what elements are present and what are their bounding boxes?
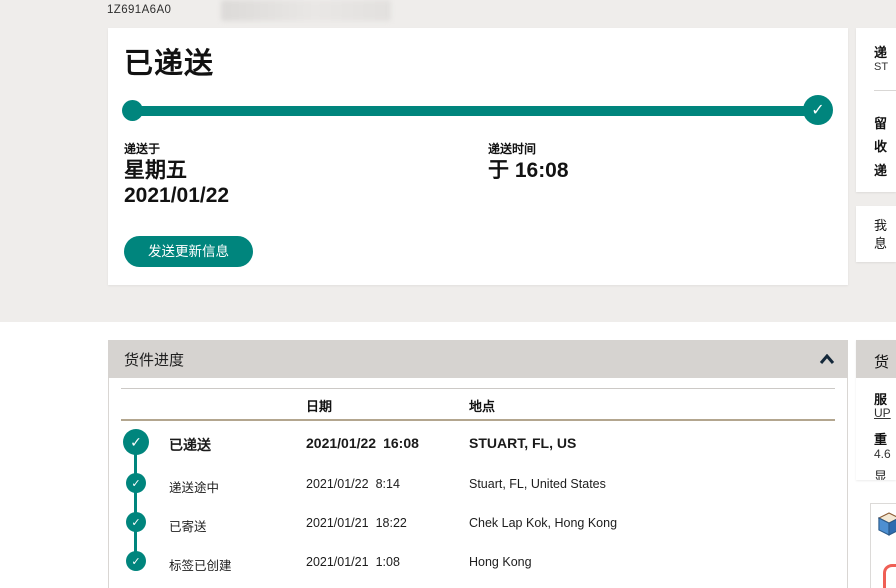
right-panel-delivery-info: 递 ST 留 收 递 (856, 28, 896, 192)
right-panel-a-line5: 递 (874, 160, 887, 179)
progress-bar (124, 106, 832, 116)
event-status: 已递送 (169, 435, 211, 455)
delivery-time-value: 于 16:08 (488, 158, 569, 183)
event-location: Chek Lap Kok, Hong Kong (469, 516, 617, 530)
progress-start-dot (122, 100, 143, 121)
event-datetime: 2021/01/22 16:08 (306, 435, 419, 451)
table-top-rule (121, 388, 835, 389)
check-glyph: ✓ (131, 555, 140, 568)
event-status: 递送途中 (169, 477, 219, 496)
delivery-status-title: 已递送 (124, 40, 214, 82)
right-panel-b-line2: 息 (874, 233, 887, 252)
timeline-connector (134, 442, 137, 562)
right-panel-a-line2: ST (874, 61, 888, 73)
event-status: 标签已创建 (169, 555, 232, 574)
event-check-icon: ✓ (126, 512, 146, 532)
event-location: Stuart, FL, United States (469, 477, 606, 491)
right-panel-c-weight-value: 4.6 (874, 447, 891, 461)
delivered-date: 2021/01/22 (124, 183, 229, 208)
event-location: STUART, FL, US (469, 435, 576, 451)
right-panel-a-line4: 收 (874, 136, 887, 155)
event-datetime: 2021/01/22 8:14 (306, 477, 400, 491)
column-header-location: 地点 (469, 396, 495, 415)
event-datetime: 2021/01/21 1:08 (306, 555, 400, 569)
table-header-rule (121, 419, 835, 421)
event-date: 2021/01/21 (306, 555, 369, 569)
right-panel-c-show-more-link[interactable]: 显 (874, 466, 887, 480)
right-panel-a-line3: 留 (874, 113, 887, 132)
assistant-widget (870, 503, 896, 588)
right-panel-notify: 我 息 (856, 206, 896, 262)
event-time: 1:08 (376, 555, 400, 569)
event-check-icon: ✓ (126, 551, 146, 571)
assistant-action-button[interactable] (883, 564, 896, 588)
event-datetime: 2021/01/21 18:22 (306, 516, 407, 530)
event-time: 18:22 (376, 516, 407, 530)
event-date: 2021/01/22 (306, 477, 369, 491)
send-updates-button[interactable]: 发送更新信息 (124, 236, 253, 267)
chevron-up-icon[interactable] (819, 354, 835, 365)
event-check-icon: ✓ (123, 429, 149, 455)
event-date: 2021/01/21 (306, 516, 369, 530)
right-panel-c-title: 货 (874, 351, 889, 372)
event-time: 16:08 (383, 435, 419, 451)
package-cube-icon[interactable] (878, 512, 896, 536)
column-header-date: 日期 (306, 396, 332, 415)
event-time: 8:14 (376, 477, 400, 491)
right-panel-b-line1: 我 (874, 215, 887, 234)
delivery-status-card: 已递送 ✓ 递送于 星期五 2021/01/22 递送时间 于 16:08 发送… (108, 28, 848, 285)
event-location: Hong Kong (469, 555, 532, 569)
right-panel-c-weight-label: 重 (874, 429, 887, 448)
tracking-number: 1Z691A6A0 (107, 4, 171, 16)
event-check-icon: ✓ (126, 473, 146, 493)
check-glyph: ✓ (811, 100, 824, 120)
shipment-progress-title: 货件进度 (124, 349, 184, 370)
delivered-day: 星期五 (124, 158, 187, 183)
tracking-number-redaction (221, 0, 391, 21)
check-glyph: ✓ (131, 516, 140, 529)
right-panel-a-line1: 递 (874, 42, 887, 61)
right-panel-divider (874, 90, 896, 91)
check-glyph: ✓ (131, 477, 140, 490)
right-panel-c-header[interactable]: 货 (856, 340, 896, 378)
right-panel-c-service-link[interactable]: UP (874, 406, 891, 420)
shipment-progress-header[interactable]: 货件进度 (108, 340, 848, 378)
check-glyph: ✓ (130, 434, 142, 451)
delivery-time-label: 递送时间 (488, 140, 536, 157)
event-status: 已寄送 (169, 516, 207, 535)
right-panel-shipment-details: 货 服 UP 重 4.6 显 (856, 340, 896, 480)
shipment-progress-card: 货件进度 日期 地点 ✓ 已递送 2021/01/22 16:08 STUART,… (108, 340, 848, 588)
progress-complete-check-icon: ✓ (803, 95, 833, 125)
delivered-on-label: 递送于 (124, 140, 160, 157)
event-date: 2021/01/22 (306, 435, 376, 451)
